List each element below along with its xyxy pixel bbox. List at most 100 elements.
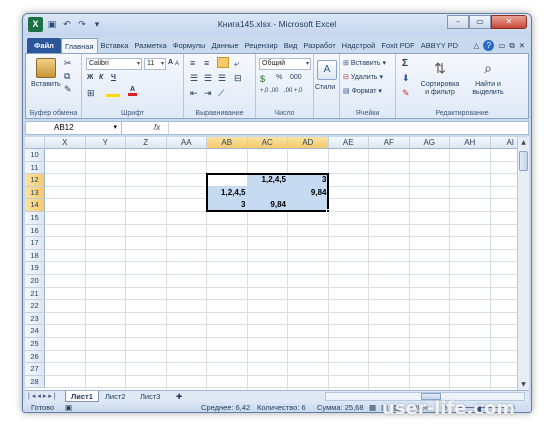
align-right-icon[interactable]: ☰ [218,73,226,84]
decrease-decimal-button[interactable]: ,00 +,0 [284,88,303,94]
column-header-ab[interactable]: AB [207,137,248,149]
align-top-icon[interactable]: ≡ [190,58,195,68]
select-all-corner[interactable] [25,137,45,149]
maximize-button[interactable]: ▭ [469,15,491,29]
align-center-icon[interactable]: ☰ [204,73,212,84]
find-select-icon[interactable]: ⌕ [478,58,498,78]
cell-ad12[interactable]: 3 [288,174,329,186]
column-header-af[interactable]: AF [369,137,410,149]
fill-color-icon[interactable] [106,87,120,97]
column-header-x[interactable]: X [45,137,86,149]
row-header-14[interactable]: 14 [25,199,45,212]
tab-file[interactable]: Файл [27,38,61,53]
row-header-16[interactable]: 16 [25,224,45,238]
column-header-aa[interactable]: AA [166,137,207,149]
tab-data[interactable]: Данные [208,38,241,53]
styles-button-label[interactable]: Стили [315,84,335,91]
autosum-button[interactable]: Σ [402,58,408,69]
number-format-combo[interactable]: Общий ▾ [259,58,311,70]
doc-close-icon[interactable]: ✕ [519,41,525,50]
fill-icon[interactable]: ⬇ [402,73,410,84]
clear-icon[interactable]: ✎ [402,88,410,99]
align-left-icon[interactable]: ☰ [190,73,198,84]
sheet-tab-2[interactable]: Лист2 [100,391,130,402]
insert-function-button[interactable]: fx [154,122,160,134]
scroll-up-icon[interactable]: ▲ [519,138,528,147]
cell-ac14[interactable]: 9,84 [248,199,289,211]
new-sheet-icon[interactable]: ✚ [171,391,187,402]
normal-view-icon[interactable]: ▦ [369,403,376,412]
merge-cells-icon[interactable]: ⊟ [234,73,242,84]
tab-developer[interactable]: Разработ [300,38,338,53]
row-header-20[interactable]: 20 [25,275,45,288]
font-size-combo[interactable]: 11 ▾ [144,58,166,70]
row-header-23[interactable]: 23 [25,312,45,326]
find-select-label[interactable]: Найти и выделить [466,81,510,97]
align-bottom-icon[interactable] [217,57,229,68]
insert-cells-button[interactable]: ⊞ Вставить ▾ [343,59,386,67]
help-icon[interactable]: ? [483,40,495,51]
ribbon-collapse-icon[interactable]: △ [473,41,479,50]
tab-home[interactable]: Главная [60,38,98,53]
grow-font-button[interactable]: A [168,59,173,66]
name-box[interactable]: AB12 ▾ [26,122,122,134]
fill-handle[interactable] [325,209,330,213]
column-header-ai[interactable]: AI [490,137,517,149]
percent-button[interactable]: % [276,74,282,81]
doc-minimize-icon[interactable]: ▭ [498,41,505,50]
tab-addins[interactable]: Надстрой [339,38,379,53]
vertical-scrollbar[interactable]: ▲ ▼ [517,137,529,390]
worksheet-grid[interactable]: X Y Z AA AB AC AD AE AF AG AH AI 10 11 12 13 14 15 16 17 18 1… [25,137,517,390]
tab-foxit-pdf[interactable]: Foxit PDF [378,38,417,53]
underline-button[interactable]: Ч [111,74,116,81]
row-header-22[interactable]: 22 [25,300,45,313]
bold-button[interactable]: Ж [87,74,93,81]
font-name-combo[interactable]: Calibri ▾ [86,58,142,70]
delete-cells-button[interactable]: ⊟ Удалить ▾ [343,73,383,81]
macro-record-icon[interactable]: ▣ [65,403,72,412]
tab-formulas[interactable]: Формулы [170,38,209,53]
sheet-nav-icons[interactable]: |◂◂▸▸| [28,392,58,400]
column-header-ah[interactable]: AH [450,137,491,149]
row-header-18[interactable]: 18 [25,249,45,263]
cell-ac12[interactable]: 1,2,4,5 [248,174,289,186]
column-header-ac[interactable]: AC [247,137,288,149]
row-header-19[interactable]: 19 [25,262,45,275]
row-header-27[interactable]: 27 [25,363,45,376]
row-header-28[interactable]: 28 [25,375,45,389]
close-button[interactable]: ✕ [491,15,527,29]
cut-icon[interactable]: ✂ [64,58,72,69]
shrink-font-button[interactable]: A [175,61,179,67]
column-header-ag[interactable]: AG [409,137,450,149]
row-header-13[interactable]: 13 [25,186,45,200]
wrap-text-icon[interactable]: ⤶ [234,58,239,69]
row-header-25[interactable]: 25 [25,338,45,351]
cell-ab13[interactable]: 1,2,4,5 [207,187,248,199]
minimize-button[interactable]: – [447,15,469,29]
font-color-icon[interactable]: A [128,86,137,96]
thousands-button[interactable]: 000 [290,74,302,81]
align-middle-icon[interactable]: ≡ [204,58,209,68]
sort-filter-icon[interactable]: ⇅ [430,58,450,78]
vertical-scroll-thumb[interactable] [519,151,528,171]
sheet-tab-1[interactable]: Лист1 [65,391,99,402]
row-header-11[interactable]: 11 [25,161,45,175]
column-header-ae[interactable]: AE [328,137,369,149]
tab-view[interactable]: Вид [281,38,301,53]
row-header-17[interactable]: 17 [25,237,45,250]
sort-filter-label[interactable]: Сортировка и фильтр [418,81,462,97]
orientation-icon[interactable]: ⟋ [218,88,224,99]
decrease-indent-icon[interactable]: ⇤ [190,88,198,99]
increase-decimal-button[interactable]: +,0 ,00 [260,88,279,94]
paste-label[interactable]: Вставить [31,81,61,88]
doc-restore-icon[interactable]: ⧉ [509,41,514,51]
cell-ad13[interactable]: 9,84 [288,187,329,199]
tab-insert[interactable]: Вставка [98,38,132,53]
column-header-y[interactable]: Y [85,137,126,149]
scroll-down-icon[interactable]: ▼ [519,380,528,389]
active-cell[interactable] [208,175,247,186]
cell-ab14[interactable]: 3 [207,199,248,211]
format-cells-button[interactable]: ▤ Формат ▾ [343,87,382,95]
tab-page-layout[interactable]: Разметка [131,38,169,53]
column-header-ad[interactable]: AD [288,137,329,149]
